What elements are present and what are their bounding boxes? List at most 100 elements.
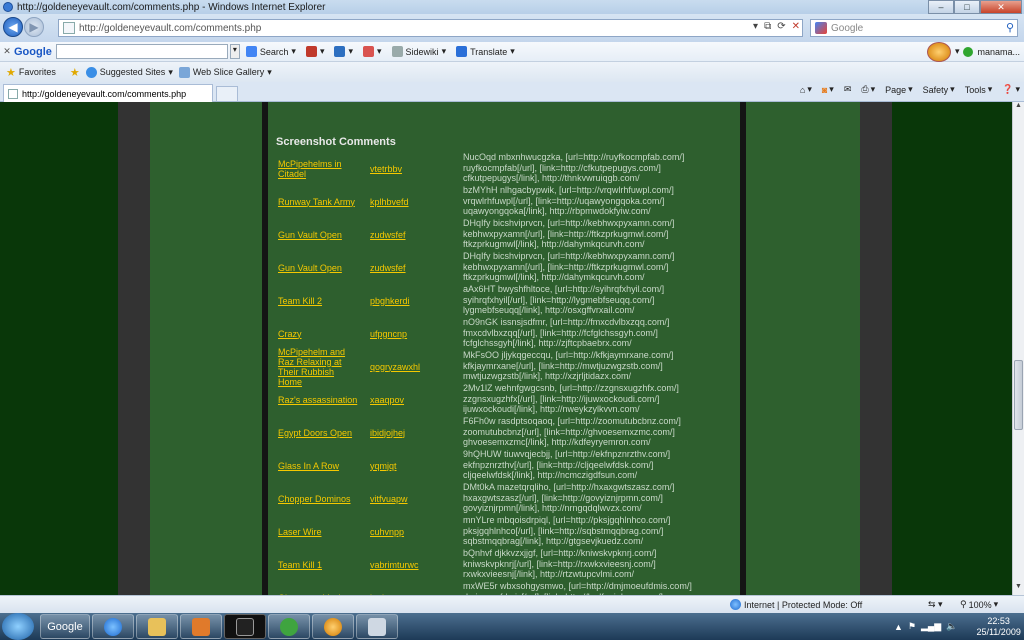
star-icon: ★ [6,66,16,79]
safety-menu[interactable]: Safety ▾ [923,84,955,95]
refresh-icon[interactable]: ⟳ [777,21,785,32]
taskbar-app[interactable] [312,614,354,639]
screenshot-title-link[interactable]: Egypt Doors Open [278,416,360,449]
tab-active[interactable]: http://goldeneyevault.com/comments.php [3,84,213,102]
comment-author-link[interactable]: vtetrbbv [370,152,402,185]
vertical-scrollbar[interactable]: ▲ ▼ [1012,102,1024,595]
new-tab-button[interactable] [216,86,238,102]
zoom-control[interactable]: ⚲ 100% ▾ [960,599,998,610]
page-menu[interactable]: Page ▾ [885,84,913,95]
stop-icon[interactable]: ✕ [792,21,800,32]
comment-author-link[interactable]: ufpgncnp [370,317,407,350]
taskbar-explorer[interactable] [136,614,178,639]
taskbar-messenger[interactable] [268,614,310,639]
screenshot-title-link[interactable]: McPipehelms in Citadel [278,152,360,185]
search-box[interactable]: Google ⚲ [810,19,1018,37]
taskbar-google[interactable]: Google [40,614,90,639]
comment-author-link[interactable]: iauhcez [370,581,401,596]
google-account[interactable]: ▾ manama... [926,41,1020,62]
add-to-favorites-button[interactable]: ★ [70,66,80,79]
google-search-button[interactable]: Search ▾ [245,46,296,57]
taskbar-steam[interactable] [224,614,266,639]
scroll-up-icon[interactable]: ▲ [1013,102,1024,114]
compat-view-icon[interactable]: ⧉ [764,21,771,32]
comment-text: F6Fh0w rasdptsoqaoq, [url=http://zoomutu… [463,416,733,448]
comment-line: fcfglchssgyh[/link], http://zjftcpbaebrx… [463,338,632,348]
help-button[interactable]: ❓ ▾ [1002,84,1020,95]
page-icon [63,22,75,34]
sidewiki-button[interactable]: Sidewiki ▾ [391,46,446,57]
zoom-icon: ⚲ [960,599,967,609]
web-slice-gallery-button[interactable]: Web Slice Gallery ▾ [178,66,272,78]
print-button[interactable]: ⎙ ▾ [861,84,875,95]
screenshot-title-link[interactable]: McPipehelm and Raz Relaxing at Their Rub… [278,347,360,387]
toolbar-extra-button-2[interactable]: ▾ [334,46,353,57]
minimize-button[interactable]: – [928,0,954,14]
address-bar[interactable]: http://goldeneyevault.com/comments.php ▾… [58,19,803,37]
comment-text: 2Mv1lZ wehnfgwgcsnb, [url=http://zzgnsxu… [463,383,733,415]
comment-author-link[interactable]: yqmjqt [370,449,397,482]
screenshot-title-link[interactable]: Gun Vault Open [278,218,360,251]
comment-author-link[interactable]: kplhbvefd [370,185,409,218]
mail-button[interactable]: ✉ [844,84,852,95]
comment-author-link[interactable]: vabrimturwc [370,548,419,581]
forward-button[interactable]: ▶ [24,17,44,37]
home-button[interactable]: ⌂ ▾ [800,84,812,95]
screenshot-title-link[interactable]: Team Kill 1 [278,548,360,581]
volume-icon[interactable]: 🔈 [946,621,957,632]
protected-mode-icon[interactable]: ⇆ ▾ [928,599,943,610]
dropdown-icon[interactable]: ▾ [753,21,758,32]
screenshot-title-link[interactable]: Chopper Dominos [278,482,360,515]
comment-line: mwtjuzwgzstb[/link], http://xzjrljtidazx… [463,371,632,381]
close-button[interactable]: ✕ [980,0,1022,14]
screenshot-title-link[interactable]: Runway Tank Army [278,185,360,218]
screenshot-title-link[interactable]: Raz's assassination [278,383,360,416]
suggested-sites-button[interactable]: Suggested Sites ▾ [85,66,173,78]
scroll-thumb[interactable] [1014,360,1023,430]
screenshot-title: Team Kill 2 [278,295,323,306]
security-zone[interactable]: Internet | Protected Mode: Off [730,599,862,610]
taskbar-media-player[interactable] [180,614,222,639]
window-controls: – □ ✕ [928,0,1022,14]
taskbar-ie[interactable] [92,614,134,639]
left-margin [0,102,118,595]
comment-author-link[interactable]: ibidjojhej [370,416,405,449]
screenshot-title-link[interactable]: Crazy [278,317,360,350]
feeds-button[interactable]: ◙ ▾ [822,84,834,95]
comment-text: NucOqd mbxnhwucgzka, [url=http://ruyfkoc… [463,152,733,184]
comment-line: vrqwlrhfuwpl[/url], [link=http://uqawyon… [463,195,665,206]
right-border [860,102,892,595]
translate-button[interactable]: Translate ▾ [456,46,515,57]
comment-author-link[interactable]: cuhvnpp [370,515,404,548]
tools-menu[interactable]: Tools ▾ [965,84,993,95]
comment-author-link[interactable]: xaaqpov [370,383,404,416]
google-toolbar-input[interactable] [55,44,228,59]
start-button[interactable] [2,613,34,640]
comment-author-link[interactable]: pbghkerdi [370,284,410,317]
toolbar-extra-button-3[interactable]: ▾ [363,46,382,57]
maximize-button[interactable]: □ [954,0,980,14]
action-center-icon[interactable]: ⚑ [908,621,916,632]
scroll-down-icon[interactable]: ▼ [1013,583,1024,595]
favorites-button[interactable]: ★ Favorites [6,66,56,79]
address-url[interactable]: http://goldeneyevault.com/comments.php [79,23,261,34]
screenshot-title-link[interactable]: Glassware Vault [278,581,360,596]
show-hidden-icons[interactable]: ▲ [894,622,903,632]
taskbar-paint[interactable] [356,614,398,639]
comment-author-link[interactable]: zudwsfef [370,218,406,251]
comment-author-link[interactable]: vitfvuapw [370,482,408,515]
comment-line: cljqeelwfdsk[/link], http://ncmczigdfsun… [463,470,638,480]
close-toolbar-icon[interactable]: ✕ [0,46,14,57]
screenshot-title-link[interactable]: Team Kill 2 [278,284,360,317]
screenshot-title-link[interactable]: Glass In A Row [278,449,360,482]
comment-author-link[interactable]: qogryzawxhl [370,350,420,383]
comment-author-link[interactable]: zudwsfef [370,251,406,284]
search-icon[interactable]: ⚲ [1006,21,1014,34]
network-icon[interactable]: ▂▄▆ [921,621,941,632]
google-input-dropdown[interactable]: ▾ [229,44,240,59]
screenshot-title-link[interactable]: Laser Wire [278,515,360,548]
back-button[interactable]: ◀ [3,17,23,37]
toolbar-extra-button-1[interactable]: ▾ [305,46,324,57]
clock[interactable]: 22:53 25/11/2009 [976,616,1020,638]
screenshot-title-link[interactable]: Gun Vault Open [278,251,360,284]
